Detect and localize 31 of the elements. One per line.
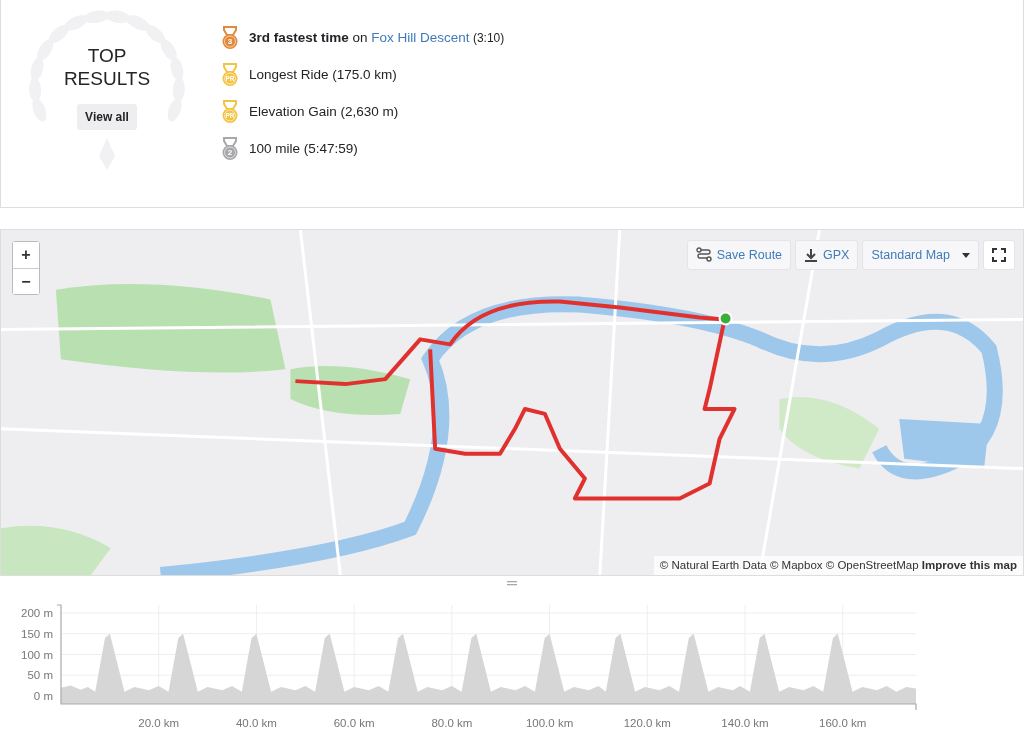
axis-tick-label: 100.0 km xyxy=(525,717,574,729)
axis-tick-label: 100 m xyxy=(21,648,53,661)
map-style-dropdown[interactable]: Standard Map xyxy=(862,240,979,270)
achievement-text: Longest Ride (175.0 km) xyxy=(249,65,397,84)
results-title: TOP RESULTS xyxy=(62,44,152,91)
save-route-button[interactable]: Save Route xyxy=(686,240,792,270)
axis-tick-label: 80.0 km xyxy=(431,717,473,729)
download-icon xyxy=(804,247,819,263)
axis-tick-label: 50 m xyxy=(27,669,53,682)
zoom-out-button[interactable]: − xyxy=(13,268,39,294)
axis-tick-label: 20.0 km xyxy=(138,717,180,729)
axis-tick-label: 150 m xyxy=(21,627,53,640)
achievement-text: 100 mile (5:47:59) xyxy=(249,139,358,158)
resize-handle-icon[interactable] xyxy=(507,580,517,586)
caret-icon xyxy=(962,252,970,258)
axis-tick-label: 60.0 km xyxy=(333,717,375,729)
axis-tick-label: 140.0 km xyxy=(721,717,769,729)
axis-tick-label: 200 m xyxy=(21,607,53,619)
fullscreen-icon xyxy=(992,248,1006,262)
axis-tick-label: 0 m xyxy=(33,690,53,702)
gpx-download-button[interactable]: GPX xyxy=(795,240,859,270)
segment-link[interactable]: Fox Hill Descent xyxy=(371,29,470,45)
achievement-text: 3rd fastest time on Fox Hill Descent (3:10) xyxy=(249,28,505,47)
achievement-text: Elevation Gain (2,630 m) xyxy=(249,102,399,121)
view-all-button[interactable]: View all xyxy=(77,104,137,131)
fullscreen-button[interactable] xyxy=(983,240,1015,270)
route-icon xyxy=(695,247,712,263)
improve-map-link[interactable]: Improve this map xyxy=(921,558,1017,571)
axis-tick-label: 120.0 km xyxy=(623,717,671,729)
axis-tick-label: 40.0 km xyxy=(235,717,277,729)
axis-tick-label: 160.0 km xyxy=(819,717,867,729)
